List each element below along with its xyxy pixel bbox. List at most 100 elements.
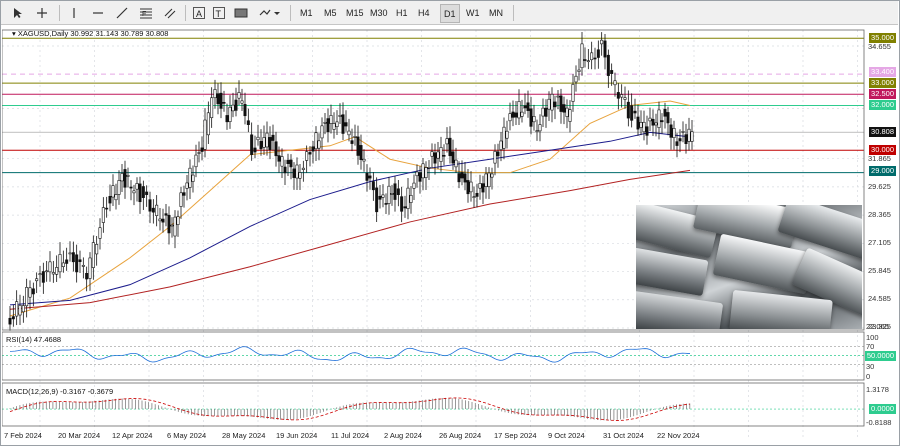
- candle-body: [565, 107, 569, 117]
- timeframe-mn[interactable]: MN: [486, 4, 506, 21]
- channel-icon[interactable]: [161, 4, 179, 21]
- candle-body: [240, 100, 244, 104]
- candle-body: [305, 151, 309, 161]
- timeframe-h1[interactable]: H1: [393, 4, 411, 21]
- candle-body: [596, 49, 600, 58]
- timeframe-h4[interactable]: H4: [415, 4, 433, 21]
- candle-body: [203, 119, 207, 150]
- crosshair-icon[interactable]: [33, 4, 51, 21]
- candle-body: [48, 261, 52, 273]
- candle-body: [298, 172, 302, 179]
- candle-body: [484, 173, 488, 187]
- candle-body: [141, 186, 145, 198]
- candle-body: [645, 126, 649, 136]
- candle-body: [687, 128, 691, 142]
- candle-body: [375, 187, 379, 213]
- text-icon[interactable]: A: [190, 4, 208, 21]
- price-axis-label-bottom: 22.065: [866, 322, 889, 331]
- candle-body: [368, 175, 372, 179]
- candle-body: [120, 173, 124, 182]
- candle-body: [502, 126, 506, 149]
- timeframe-d1[interactable]: D1: [440, 4, 460, 23]
- candle-body: [586, 60, 590, 63]
- candle-body: [562, 104, 566, 113]
- candle-body: [362, 158, 366, 162]
- open-price: 30.992: [70, 29, 94, 38]
- candle-body: [535, 130, 539, 132]
- timeframe-m5[interactable]: M5: [321, 4, 340, 21]
- rectangle-icon[interactable]: [232, 4, 250, 21]
- candle-body: [117, 180, 121, 195]
- silver-bars-image: [636, 205, 862, 329]
- candle-body: [210, 97, 214, 119]
- label-icon[interactable]: T: [210, 4, 228, 21]
- candle-body: [277, 155, 281, 162]
- candle-body: [613, 80, 617, 86]
- candle-body: [556, 95, 560, 98]
- candle-body: [433, 152, 437, 164]
- candle-body: [606, 54, 610, 76]
- candle-body: [365, 173, 369, 181]
- timeframe-m1[interactable]: M1: [297, 4, 316, 21]
- candle-body: [283, 166, 287, 174]
- vertical-line-icon[interactable]: [65, 4, 83, 21]
- timeframe-m30[interactable]: M30: [367, 4, 391, 21]
- fibonacci-icon[interactable]: F: [137, 4, 155, 21]
- macd-value-tag: 0.0000: [869, 404, 896, 414]
- candle-body: [246, 120, 250, 125]
- trendline-icon[interactable]: [113, 4, 131, 21]
- candle-body: [630, 105, 634, 121]
- candle-body: [541, 107, 545, 117]
- candle-body: [78, 259, 82, 262]
- candle-body: [430, 151, 434, 157]
- candle-body: [81, 264, 85, 267]
- date-label: 11 Jul 2024: [331, 431, 370, 440]
- candle-body: [568, 109, 572, 122]
- timeframe-m15[interactable]: M15: [343, 4, 367, 21]
- rsi-axis-label: 100: [866, 333, 879, 342]
- candle-body: [445, 138, 449, 145]
- candle-body: [660, 120, 664, 123]
- cursor-icon[interactable]: [9, 4, 27, 21]
- price-axis-label: 28.365: [868, 210, 891, 219]
- svg-text:F: F: [142, 11, 146, 18]
- candle-body: [580, 43, 584, 69]
- candle-body: [642, 121, 646, 133]
- candle-body: [314, 132, 318, 150]
- candle-body: [472, 196, 476, 198]
- candle-body: [98, 227, 102, 239]
- candle-body: [436, 151, 440, 159]
- candle-body: [454, 159, 458, 168]
- candle-body: [58, 254, 62, 273]
- candle-body: [610, 70, 614, 74]
- candle-body: [347, 130, 351, 136]
- collapse-arrow-icon[interactable]: ▾: [12, 29, 16, 38]
- candle-body: [523, 105, 527, 109]
- candle-body: [111, 185, 115, 198]
- candle-body: [105, 207, 109, 210]
- horizontal-line-icon[interactable]: [89, 4, 107, 21]
- candle-body: [532, 116, 536, 123]
- candle-body: [356, 136, 360, 156]
- candle-body: [38, 273, 42, 276]
- timeframe-w1[interactable]: W1: [463, 4, 483, 21]
- current-price-tag: 30.808: [869, 127, 896, 137]
- candle-body: [415, 171, 419, 177]
- level-tag-32: 32.000: [869, 100, 896, 110]
- candle-body: [684, 134, 688, 145]
- rsi-pane-border: [2, 331, 865, 381]
- candle-body: [95, 244, 99, 255]
- candle-body: [490, 173, 494, 178]
- candle-body: [529, 108, 533, 127]
- candle-body: [101, 207, 105, 223]
- candle-body: [412, 182, 416, 189]
- candle-body: [463, 173, 467, 183]
- candle-body: [138, 183, 142, 203]
- candle-body: [170, 224, 174, 227]
- candle-body: [216, 93, 220, 105]
- candle-body: [197, 152, 201, 154]
- shapes-dropdown-icon[interactable]: [257, 4, 283, 21]
- candle-body: [200, 147, 204, 152]
- candle-body: [148, 199, 152, 212]
- toolbar: F A T M1 M5 M15 M30 H1 H4 D1 W1 MN: [1, 1, 898, 25]
